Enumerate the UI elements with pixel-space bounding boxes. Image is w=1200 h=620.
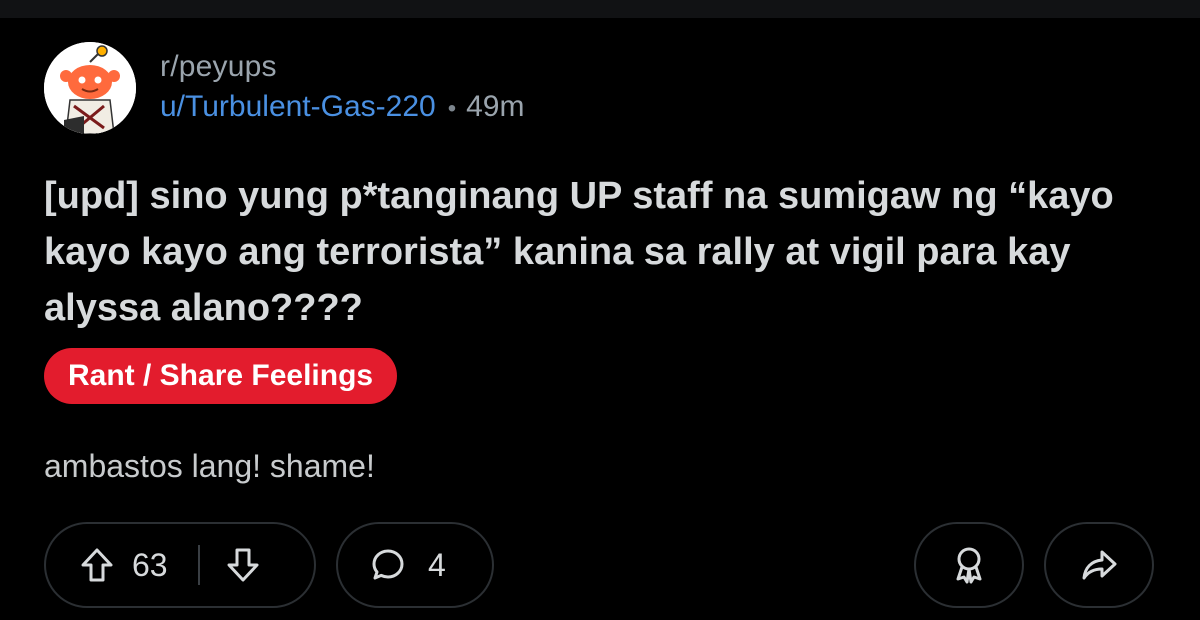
award-icon <box>951 545 987 585</box>
post-age: 49m <box>466 90 525 123</box>
comment-count: 4 <box>428 546 446 583</box>
author-link[interactable]: u/Turbulent-Gas-220 <box>160 90 436 123</box>
share-icon <box>1080 548 1118 582</box>
vote-bar: 63 <box>44 522 316 608</box>
vote-divider <box>197 545 200 585</box>
subreddit-name[interactable]: r/peyups <box>160 50 277 84</box>
post-body: ambastos lang! shame! <box>44 448 375 484</box>
comments-button[interactable]: 4 <box>336 522 494 608</box>
award-button[interactable] <box>914 522 1024 608</box>
post-flair[interactable]: Rant / Share Feelings <box>44 348 398 404</box>
post-meta: u/Turbulent-Gas-220 • 49m <box>160 90 524 124</box>
subreddit-avatar[interactable] <box>44 42 136 134</box>
upvote-count: 63 <box>132 546 168 583</box>
meta-separator: • <box>447 95 457 122</box>
post-title[interactable]: [upd] sino yung p*tanginang UP staff na … <box>44 168 1164 336</box>
arrow-down-icon[interactable] <box>226 547 260 583</box>
comment-bubble-icon <box>370 547 406 583</box>
arrow-up-icon[interactable] <box>80 547 114 583</box>
status-bar-strip <box>0 0 1200 18</box>
share-button[interactable] <box>1044 522 1154 608</box>
